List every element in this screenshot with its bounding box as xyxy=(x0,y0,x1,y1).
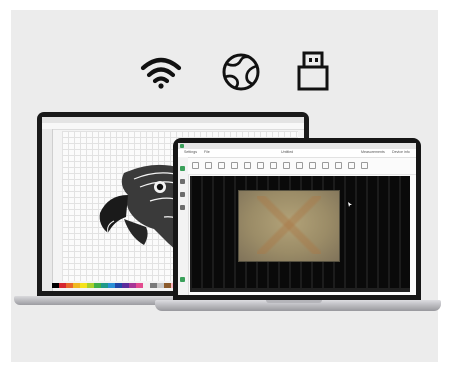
ribbon-tool-icon[interactable] xyxy=(205,162,212,169)
toolbar-ribbon xyxy=(188,158,416,175)
palette-swatch[interactable] xyxy=(101,283,108,288)
ribbon-tool-icon[interactable] xyxy=(244,162,251,169)
palette-swatch[interactable] xyxy=(80,283,87,288)
palette-swatch[interactable] xyxy=(66,283,73,288)
ribbon-tool-icon[interactable] xyxy=(270,162,277,169)
document-title: Untitled xyxy=(281,150,294,154)
left-tool-panel xyxy=(178,157,189,295)
tool-icon[interactable] xyxy=(180,166,185,171)
globe-icon xyxy=(222,53,260,91)
ribbon-tool-icon[interactable] xyxy=(192,162,199,169)
palette-swatch[interactable] xyxy=(87,283,94,288)
ribbon-tool-icon[interactable] xyxy=(322,162,329,169)
palette-swatch[interactable] xyxy=(122,283,129,288)
menu-settings[interactable]: Settings xyxy=(184,150,197,154)
ribbon-tool-icon[interactable] xyxy=(309,162,316,169)
palette-swatch[interactable] xyxy=(59,283,66,288)
palette-swatch[interactable] xyxy=(94,283,101,288)
back-tools-sidebar xyxy=(42,129,53,291)
cursor-icon xyxy=(348,202,352,207)
palette-swatch[interactable] xyxy=(150,283,157,288)
palette-swatch[interactable] xyxy=(129,283,136,288)
palette-swatch[interactable] xyxy=(164,283,171,288)
material-sheet[interactable] xyxy=(238,190,340,262)
ribbon-tool-icon[interactable] xyxy=(218,162,225,169)
front-laptop-screen: Settings File Untitled Measurements Devi… xyxy=(178,143,416,295)
ribbon-tool-icon[interactable] xyxy=(257,162,264,169)
palette-swatch[interactable] xyxy=(115,283,122,288)
front-laptop-notch xyxy=(266,300,322,303)
tool-icon[interactable] xyxy=(180,179,185,184)
ribbon-tool-icon[interactable] xyxy=(335,162,342,169)
menu-device-info[interactable]: Device info xyxy=(392,150,410,154)
ribbon-tool-icon[interactable] xyxy=(231,162,238,169)
palette-swatch[interactable] xyxy=(52,283,59,288)
palette-swatch[interactable] xyxy=(136,283,143,288)
menu-measurements[interactable]: Measurements xyxy=(361,150,385,154)
menu-file[interactable]: File xyxy=(204,150,210,154)
app-logo-icon xyxy=(180,144,184,148)
back-toolbar xyxy=(42,123,304,130)
bottom-ruler xyxy=(190,288,410,292)
ribbon-tool-icon[interactable] xyxy=(296,162,303,169)
palette-swatch[interactable] xyxy=(108,283,115,288)
palette-swatch[interactable] xyxy=(73,283,80,288)
ribbon-tool-icon[interactable] xyxy=(348,162,355,169)
wifi-icon xyxy=(140,57,182,89)
ribbon-tool-icon[interactable] xyxy=(361,162,368,169)
app-menu-bar: Settings File Untitled Measurements Devi… xyxy=(178,149,416,158)
ribbon-tool-icon[interactable] xyxy=(283,162,290,169)
engraving-pattern xyxy=(257,196,321,254)
tool-icon[interactable] xyxy=(180,205,185,210)
tool-icon[interactable] xyxy=(180,277,185,282)
usb-icon xyxy=(297,51,329,91)
palette-swatch[interactable] xyxy=(157,283,164,288)
tool-icon[interactable] xyxy=(180,192,185,197)
camera-preview[interactable] xyxy=(190,176,410,288)
palette-swatch[interactable] xyxy=(143,283,150,288)
